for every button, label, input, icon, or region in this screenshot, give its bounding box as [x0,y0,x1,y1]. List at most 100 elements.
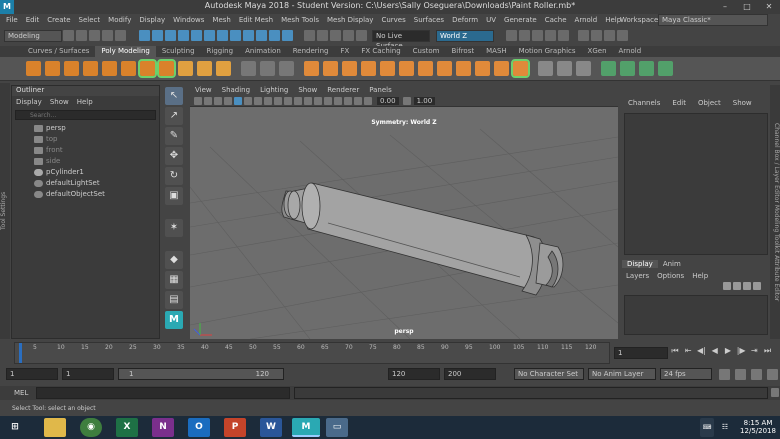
paint-roller-mesh[interactable] [281,182,564,296]
excel-icon[interactable]: X [116,418,138,437]
shelf-tab-xgen[interactable]: XGen [582,46,613,57]
onenote-icon[interactable]: N [152,418,174,437]
object-menu[interactable]: Object [698,99,721,107]
undo-icon[interactable] [102,30,113,41]
channels-menu[interactable]: Channels [628,99,660,107]
bridge-edge-icon[interactable] [475,61,490,76]
new-layer-selected-icon[interactable] [753,282,761,290]
combine-icon[interactable] [241,61,256,76]
shelf-tab-motion-graphics[interactable]: Motion Graphics [513,46,582,57]
menu-display[interactable]: Display [139,16,165,24]
mirror-icon[interactable] [399,61,414,76]
edge-mask-icon[interactable] [191,30,202,41]
shelf-tab-arnold[interactable]: Arnold [613,46,648,57]
step-back-frame-icon[interactable]: ◀| [696,346,706,355]
menu-mesh[interactable]: Mesh [212,16,230,24]
lights-icon[interactable] [264,96,272,105]
render-icon[interactable] [519,30,530,41]
smooth-icon[interactable] [279,61,294,76]
super-shape-icon[interactable] [178,61,193,76]
shelf-tab-custom[interactable]: Custom [407,46,446,57]
anim-layer-select[interactable]: No Anim Layer [588,368,656,380]
command-input[interactable] [36,387,290,399]
mel-label[interactable]: MEL [14,389,28,397]
move-tool-icon[interactable]: ✥ [165,147,183,165]
menu-arnold[interactable]: Arnold [575,16,598,24]
menu-uv[interactable]: UV [486,16,496,24]
scale-tool-icon[interactable]: ▣ [165,187,183,205]
play-backward-icon[interactable]: ◀ [710,346,720,355]
menu-deform[interactable]: Deform [452,16,478,24]
select-tool-icon[interactable]: ↖ [165,87,183,105]
playback-end-field[interactable]: 120 [388,368,440,380]
menu-curves[interactable]: Curves [381,16,405,24]
viewport-menu-lighting[interactable]: Lighting [260,86,288,94]
shelf-tab-animation[interactable]: Animation [239,46,287,57]
tool-settings-icon[interactable] [604,30,615,41]
show-menu[interactable]: Show [733,99,752,107]
extrude-icon[interactable] [304,61,319,76]
shelf-tab-bifrost[interactable]: Bifrost [446,46,481,57]
maximize-button[interactable]: □ [736,0,758,14]
ipr-render-icon[interactable] [532,30,543,41]
shelf-tab-poly-modeling[interactable]: Poly Modeling [95,46,156,57]
outliner-menu-show[interactable]: Show [50,98,69,106]
shelf-tab-curves-surfaces[interactable]: Curves / Surfaces [22,46,95,57]
redo-icon[interactable] [115,30,126,41]
image-plane-icon[interactable] [214,96,222,105]
camera-attributes-icon[interactable] [194,96,202,105]
menu-windows[interactable]: Windows [173,16,204,24]
merge-icon[interactable] [418,61,433,76]
anti-alias-icon[interactable] [304,96,312,105]
spherical-uv-icon[interactable] [658,61,673,76]
face-mask-icon[interactable] [204,30,215,41]
current-frame-field[interactable]: 1 [614,347,668,359]
last-tool-icon[interactable]: ✶ [165,219,183,237]
workspace-select[interactable]: Maya Classic* [658,14,768,26]
poly-disc-icon[interactable] [138,59,157,78]
curve-mask-icon[interactable] [230,30,241,41]
outliner-search-input[interactable]: Search... [15,110,156,120]
quad-draw-icon[interactable] [538,61,553,76]
menu-mesh-tools[interactable]: Mesh Tools [281,16,319,24]
paint-select-tool-icon[interactable]: ✎ [165,127,183,145]
shelf-tab-sculpting[interactable]: Sculpting [156,46,201,57]
render-mask-icon[interactable] [282,30,293,41]
rotate-tool-icon[interactable]: ↻ [165,167,183,185]
right-panel-strip[interactable]: Channel Box / Layer Editor Modeling Tool… [770,85,780,339]
tool-settings-strip[interactable]: Tool Settings [0,83,10,339]
poly-plane-icon[interactable] [121,61,136,76]
options-menu[interactable]: Options [657,272,684,280]
xray-icon[interactable] [334,96,342,105]
channel-box-icon[interactable] [617,30,628,41]
shelf-tab-mash[interactable]: MASH [480,46,513,57]
range-slider-bar[interactable]: 1 120 [118,368,284,380]
motion-blur-icon[interactable] [294,96,302,105]
outliner-item-pcylinder1[interactable]: pCylinder1 [12,167,159,178]
auto-uv-icon[interactable] [620,61,635,76]
playback-start-field[interactable]: 1 [62,368,114,380]
smooth-shade-icon[interactable] [244,96,252,105]
menu-surfaces[interactable]: Surfaces [414,16,444,24]
gamma-icon[interactable] [402,96,411,105]
grid-icon[interactable] [224,96,232,105]
layers-menu[interactable]: Layers [626,272,649,280]
select-object-icon[interactable] [152,30,163,41]
go-to-end-icon[interactable]: ⏭ [763,346,773,356]
move-layer-down-icon[interactable] [733,282,741,290]
snap-grid-icon[interactable] [304,30,315,41]
lasso-tool-icon[interactable]: ↗ [165,107,183,125]
tab-display-layers[interactable]: Display [622,260,658,268]
minimize-button[interactable]: – [714,0,736,14]
character-set-select[interactable]: No Character Set [514,368,584,380]
powerpoint-icon[interactable]: P [224,418,246,437]
live-surface-field[interactable]: No Live Surface [372,29,430,50]
wireframe-icon[interactable] [234,96,242,105]
outliner-item-top[interactable]: top [12,134,159,145]
boolean-icon[interactable] [380,61,395,76]
edge-loop-icon[interactable] [557,61,572,76]
bevel-icon[interactable] [342,61,357,76]
menu-modify[interactable]: Modify [108,16,131,24]
save-scene-icon[interactable] [89,30,100,41]
surface-mask-icon[interactable] [243,30,254,41]
